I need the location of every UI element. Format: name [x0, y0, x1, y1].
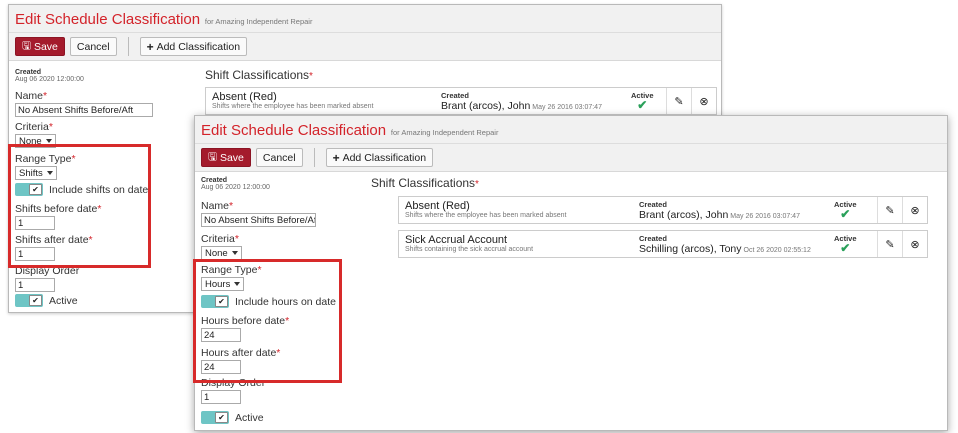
- classification-created-by: Schilling (arcos), Tony: [639, 243, 742, 255]
- check-icon: ✔: [29, 295, 42, 306]
- classification-created-by: Brant (arcos), John: [441, 100, 531, 112]
- back-add-classification-button[interactable]: + Add Classification: [139, 37, 248, 56]
- front-created-block: Created Aug 06 2020 12:00:00: [201, 177, 270, 191]
- front-toolbar: 🖫 Save Cancel + Add Classification: [195, 144, 947, 172]
- classification-created-on: May 26 2016 03:07:47: [532, 104, 602, 111]
- back-classifications-title: Shift Classifications*: [205, 68, 313, 82]
- classification-created-on: May 26 2016 03:07:47: [730, 213, 800, 220]
- front-header: Edit Schedule Classification for Amazing…: [195, 116, 947, 144]
- name-label: Name: [201, 200, 230, 212]
- front-add-classification-button[interactable]: + Add Classification: [325, 148, 434, 167]
- front-page-subtitle: for Amazing Independent Repair: [390, 128, 499, 137]
- back-active-toggle-row: ✔ Active: [15, 294, 78, 307]
- back-name-field-group: Name* No Absent Shifts Before/Aft: [15, 90, 155, 117]
- front-display-order-input[interactable]: 1: [201, 390, 241, 404]
- front-active-toggle[interactable]: ✔: [201, 411, 229, 424]
- back-display-order-input[interactable]: 1: [15, 278, 55, 292]
- front-classification-card-2: Sick Accrual Account Shifts containing t…: [398, 230, 928, 258]
- chevron-down-icon: [45, 139, 52, 143]
- front-active-toggle-row: ✔ Active: [201, 411, 264, 424]
- created-label: Created: [15, 69, 42, 76]
- close-circle-icon: ⊗: [910, 204, 920, 217]
- back-header: Edit Schedule Classification for Amazing…: [9, 5, 721, 33]
- back-classification-card: Absent (Red) Shifts where the employee h…: [205, 87, 717, 115]
- classification-created-label: Created: [639, 200, 667, 209]
- back-toolbar: 🖫 Save Cancel + Add Classification: [9, 33, 721, 61]
- plus-icon: +: [332, 150, 340, 165]
- toolbar-divider: [127, 37, 129, 56]
- checkmark-icon: ✔: [840, 207, 851, 221]
- front-name-field-group: Name* No Absent Shifts Before/Aft: [201, 200, 316, 227]
- check-icon: ✔: [215, 412, 228, 423]
- back-cancel-button[interactable]: Cancel: [69, 37, 117, 56]
- checkmark-icon: ✔: [637, 98, 648, 112]
- created-label: Created: [201, 177, 228, 184]
- edit-pencil-button[interactable]: ✎: [877, 231, 902, 257]
- pencil-icon: ✎: [885, 238, 895, 251]
- pencil-icon: ✎: [885, 204, 895, 217]
- classification-description: Shifts where the employee has been marke…: [405, 212, 567, 219]
- created-value: Aug 06 2020 12:00:00: [201, 184, 270, 191]
- back-created-block: Created Aug 06 2020 12:00:00: [15, 69, 84, 83]
- close-circle-icon: ⊗: [699, 95, 709, 108]
- chevron-down-icon: [231, 251, 238, 255]
- back-save-button[interactable]: 🖫 Save: [15, 37, 65, 56]
- classification-created-by: Brant (arcos), John: [639, 209, 729, 221]
- toolbar-divider: [313, 148, 315, 167]
- pencil-icon: ✎: [674, 95, 684, 108]
- back-name-input[interactable]: No Absent Shifts Before/Aft: [15, 103, 153, 117]
- plus-icon: +: [146, 39, 154, 54]
- back-display-order-group: Display Order 1: [15, 265, 79, 292]
- classification-created-on: Oct 26 2020 02:55:12: [743, 247, 811, 254]
- front-classifications-title: Shift Classifications*: [371, 176, 479, 190]
- edit-pencil-button[interactable]: ✎: [877, 197, 902, 223]
- classification-created-label: Created: [639, 234, 667, 243]
- classification-created-label: Created: [441, 91, 469, 100]
- back-active-toggle[interactable]: ✔: [15, 294, 43, 307]
- criteria-label: Criteria: [15, 121, 49, 133]
- back-range-highlight-box: [8, 144, 151, 268]
- created-value: Aug 06 2020 12:00:00: [15, 76, 84, 83]
- floppy-disk-icon: 🖫: [22, 39, 31, 52]
- criteria-label: Criteria: [201, 233, 235, 245]
- back-page-subtitle: for Amazing Independent Repair: [204, 17, 313, 26]
- active-label: Active: [49, 294, 78, 307]
- edit-pencil-button[interactable]: ✎: [666, 88, 691, 114]
- name-label: Name: [15, 90, 44, 102]
- front-range-highlight-box: [193, 259, 342, 383]
- front-page-title: Edit Schedule Classification: [201, 122, 387, 139]
- back-page-title: Edit Schedule Classification: [15, 11, 201, 28]
- front-criteria-field-group: Criteria* None: [201, 233, 242, 260]
- front-save-button[interactable]: 🖫 Save: [201, 148, 251, 167]
- remove-button[interactable]: ⊗: [902, 197, 927, 223]
- close-circle-icon: ⊗: [910, 238, 920, 251]
- front-criteria-select[interactable]: None: [201, 246, 242, 260]
- active-label: Active: [235, 411, 264, 424]
- remove-button[interactable]: ⊗: [691, 88, 716, 114]
- remove-button[interactable]: ⊗: [902, 231, 927, 257]
- front-cancel-button[interactable]: Cancel: [255, 148, 303, 167]
- front-classification-card-1: Absent (Red) Shifts where the employee h…: [398, 196, 928, 224]
- checkmark-icon: ✔: [840, 241, 851, 255]
- floppy-disk-icon: 🖫: [208, 150, 217, 163]
- front-name-input[interactable]: No Absent Shifts Before/Aft: [201, 213, 316, 227]
- classification-name: Absent (Red): [405, 200, 470, 212]
